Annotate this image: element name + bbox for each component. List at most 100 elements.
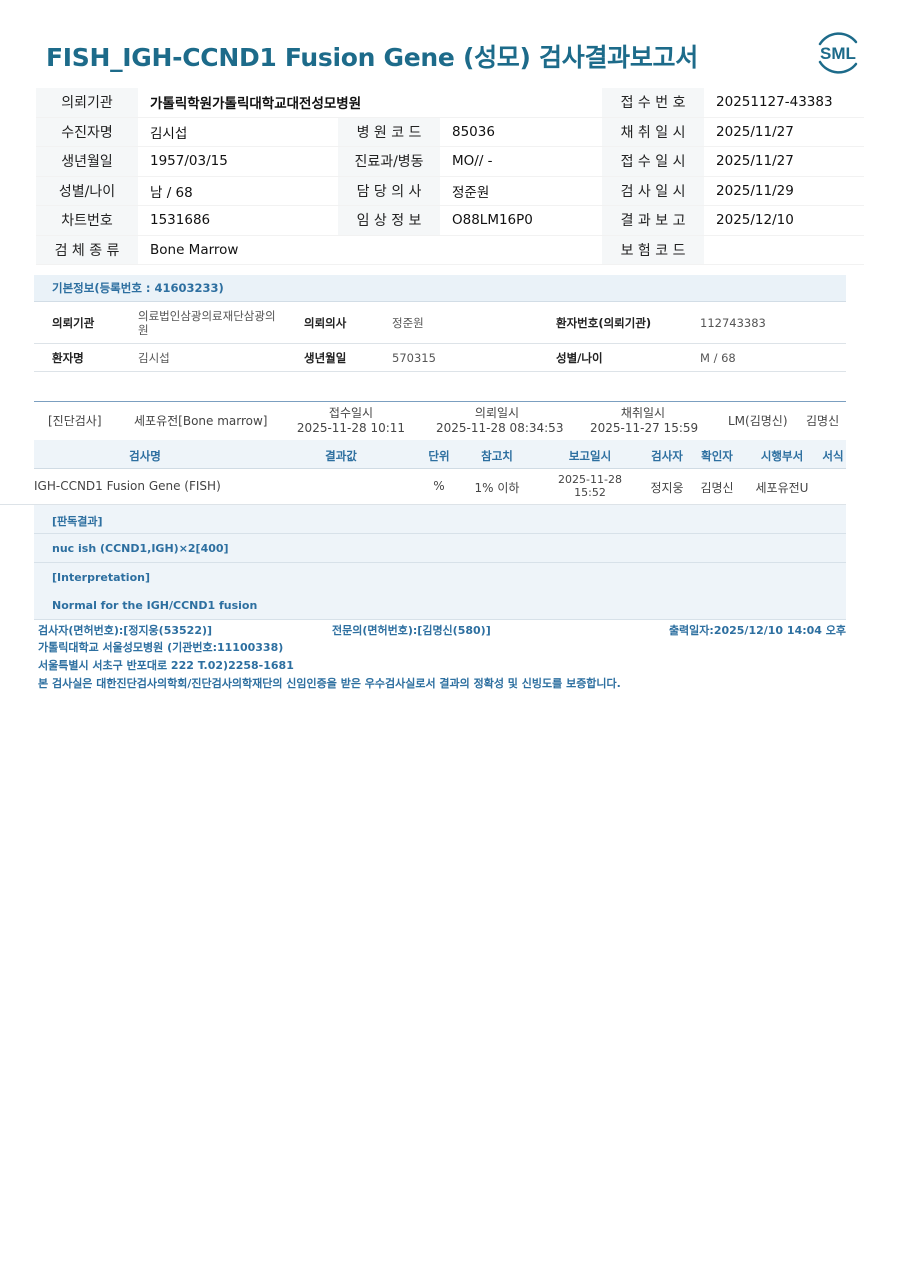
header-value: 가톨릭학원가톨릭대학교대전성모병원 <box>138 88 603 118</box>
interpretation-heading: [Interpretation] <box>52 571 150 584</box>
table-row: IGH-CCND1 Fusion Gene (FISH) % 1% 이하 202… <box>0 469 846 505</box>
header-label: 검 사 일 시 <box>602 176 705 206</box>
interpretation-result-heading-bar: [판독결과] <box>34 505 846 534</box>
footer-examiner: 검사자(면허번호):[정지웅(53522)] <box>38 624 213 637</box>
col-dept: 시행부서 <box>760 449 804 463</box>
basic-label: 의뢰기관 <box>34 302 138 344</box>
header-label: 채 취 일 시 <box>602 117 705 147</box>
row-test-name: IGH-CCND1 Fusion Gene (FISH) <box>34 479 221 493</box>
col-report-date: 보고일시 <box>568 449 612 463</box>
basic-info-row: 환자명 김시섭 생년월일 570315 성별/나이 M / 68 <box>34 343 846 372</box>
row-unit: % <box>433 479 445 493</box>
row-examiner: 정지웅 <box>650 481 684 495</box>
header-value: 85036 <box>440 117 603 147</box>
col-verifier: 확인자 <box>701 449 733 463</box>
header-value: 남 / 68 <box>138 176 338 206</box>
interpretation-result-bar: nuc ish (CCND1,IGH)×2[400] <box>34 534 846 563</box>
interpretation-text-bar: Normal for the IGH/CCND1 fusion <box>34 591 846 620</box>
header-label: 수진자명 <box>36 117 138 147</box>
basic-label: 의뢰의사 <box>304 302 392 344</box>
header-value: 김시섭 <box>138 117 338 147</box>
header-row: 차트번호 1531686 임 상 정 보 O88LM16P0 결 과 보 고 2… <box>36 205 865 236</box>
header-value: 1531686 <box>138 205 338 236</box>
header-row: 성별/나이 남 / 68 담 당 의 사 정준원 검 사 일 시 2025/11… <box>36 176 865 206</box>
interpretation-result-text: nuc ish (CCND1,IGH)×2[400] <box>52 542 229 555</box>
basic-value: 의료법인삼광의료재단삼광의 원 <box>138 302 304 344</box>
interpretation-text: Normal for the IGH/CCND1 fusion <box>52 599 258 612</box>
exam-signer: 김명신 <box>806 414 840 428</box>
basic-label: 생년월일 <box>304 343 392 372</box>
col-unit: 단위 <box>428 449 450 463</box>
header-row: 수진자명 김시섭 병 원 코 드 85036 채 취 일 시 2025/11/2… <box>36 117 865 147</box>
row-dept: 세포유전U <box>755 481 809 495</box>
header-label: 진료과/병동 <box>338 146 440 177</box>
col-format: 서식 <box>822 449 844 463</box>
footer-address: 서울특별시 서초구 반포대로 222 T.02)2258-1681 <box>38 659 294 672</box>
interpretation-heading-bar: [Interpretation] <box>34 563 846 592</box>
header-label: 검 체 종 류 <box>36 235 138 265</box>
col-ref: 참고치 <box>481 449 513 463</box>
exam-lm: LM(김명신) <box>728 414 788 428</box>
header-label: 접 수 번 호 <box>602 88 705 118</box>
header-value: MO// - <box>440 146 603 177</box>
col-examiner: 검사자 <box>651 449 683 463</box>
header-row: 검 체 종 류 Bone Marrow 보 험 코 드 <box>36 235 865 265</box>
exam-divider <box>34 401 846 402</box>
header-label: 차트번호 <box>36 205 138 236</box>
basic-info-heading: 기본정보(등록번호 : 41603233) <box>52 281 224 295</box>
footer-hospital: 가톨릭대학교 서울성모병원 (기관번호:11100338) <box>38 641 284 654</box>
basic-value: 정준원 <box>392 302 556 344</box>
header-label: 담 당 의 사 <box>338 176 440 206</box>
header-value <box>704 235 865 265</box>
header-row: 생년월일 1957/03/15 진료과/병동 MO// - 접 수 일 시 20… <box>36 146 865 177</box>
header-label: 병 원 코 드 <box>338 117 440 147</box>
report-title: FISH_IGH-CCND1 Fusion Gene (성모) 검사결과보고서 <box>46 43 698 72</box>
exam-received: 접수일시 2025-11-28 10:11 <box>296 406 406 435</box>
header-label: 의뢰기관 <box>36 88 138 118</box>
row-report-date: 2025-11-28 15:52 <box>558 473 622 499</box>
basic-value: 570315 <box>392 343 556 372</box>
basic-label: 환자명 <box>34 343 138 372</box>
header-value: O88LM16P0 <box>440 205 603 236</box>
exam-requested: 의뢰일시 2025-11-28 08:34:53 <box>436 406 564 435</box>
header-label: 보 험 코 드 <box>602 235 705 265</box>
exam-specimen: 세포유전[Bone marrow] <box>134 414 268 428</box>
header-value: 20251127-43383 <box>704 88 865 118</box>
basic-info-row: 의뢰기관 의료법인삼광의료재단삼광의 원 의뢰의사 정준원 환자번호(의뢰기관) … <box>34 302 846 344</box>
exam-collected: 채취일시 2025-11-27 15:59 <box>590 406 699 435</box>
basic-label: 환자번호(의뢰기관) <box>556 302 700 344</box>
footer-certification: 본 검사실은 대한진단검사의학회/진단검사의학재단의 신임인증을 받은 우수검사… <box>38 677 621 690</box>
basic-value: 112743383 <box>700 302 846 344</box>
basic-value: M / 68 <box>700 343 846 372</box>
report-header-table: 의뢰기관 가톨릭학원가톨릭대학교대전성모병원 접 수 번 호 20251127-… <box>36 88 865 265</box>
footer-specialist: 전문의(면허번호):[김명신(580)] <box>332 624 491 637</box>
header-value: 2025/11/27 <box>704 146 865 177</box>
logo-text: SML <box>820 44 856 63</box>
header-value: 2025/11/27 <box>704 117 865 147</box>
header-row: 의뢰기관 가톨릭학원가톨릭대학교대전성모병원 접 수 번 호 20251127-… <box>36 88 865 118</box>
header-value: 정준원 <box>440 176 603 206</box>
header-label: 결 과 보 고 <box>602 205 705 236</box>
col-result: 결과값 <box>325 449 357 463</box>
basic-value: 김시섭 <box>138 343 304 372</box>
header-value: 1957/03/15 <box>138 146 338 177</box>
basic-info-table: 의뢰기관 의료법인삼광의료재단삼광의 원 의뢰의사 정준원 환자번호(의뢰기관) … <box>34 302 846 372</box>
interpretation-result-heading: [판독결과] <box>52 515 103 528</box>
header-value: 2025/11/29 <box>704 176 865 206</box>
header-label: 생년월일 <box>36 146 138 177</box>
exam-summary-row: [진단검사] 세포유전[Bone marrow] 접수일시 2025-11-28 … <box>34 404 846 440</box>
header-label: 접 수 일 시 <box>602 146 705 177</box>
sml-logo: SML <box>818 32 858 74</box>
header-label: 성별/나이 <box>36 176 138 206</box>
basic-label: 성별/나이 <box>556 343 700 372</box>
footer-printed: 출력일자:2025/12/10 14:04 오후 <box>668 624 846 637</box>
exam-category: [진단검사] <box>48 414 102 428</box>
row-ref: 1% 이하 <box>474 481 520 495</box>
col-name: 검사명 <box>129 449 161 463</box>
row-verifier: 김명신 <box>700 481 734 495</box>
result-column-header: 검사명 결과값 단위 참고치 보고일시 검사자 확인자 시행부서 서식 <box>34 440 846 469</box>
header-label: 임 상 정 보 <box>338 205 440 236</box>
header-value: Bone Marrow <box>138 235 603 265</box>
basic-info-heading-bar: 기본정보(등록번호 : 41603233) <box>34 275 846 302</box>
header-value: 2025/12/10 <box>704 205 865 236</box>
